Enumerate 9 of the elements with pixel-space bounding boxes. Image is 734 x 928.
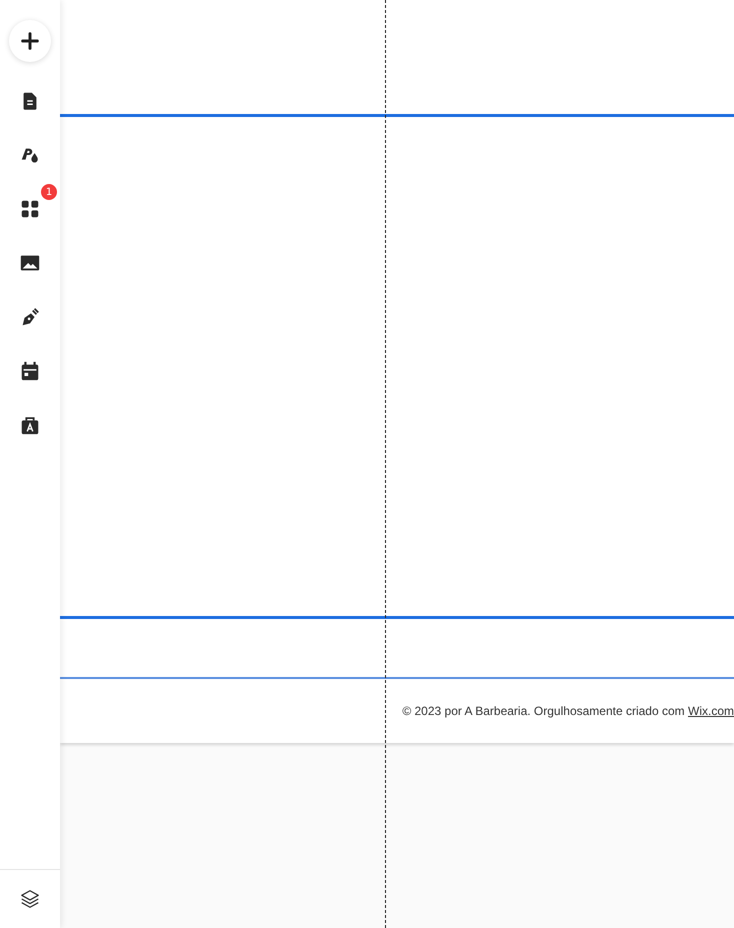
briefcase-icon xyxy=(19,414,41,436)
layers-icon xyxy=(19,888,41,910)
wix-link[interactable]: Wix.com xyxy=(688,704,734,718)
add-tool-button[interactable] xyxy=(9,20,51,62)
apps-grid-icon xyxy=(19,198,41,220)
copyright-text: © 2023 por A Barbearia. Orgulhosamente criado com Wix.com xyxy=(402,704,734,718)
add-icon xyxy=(19,30,41,52)
notification-badge: 1 xyxy=(41,184,57,200)
calendar-icon xyxy=(19,360,41,382)
